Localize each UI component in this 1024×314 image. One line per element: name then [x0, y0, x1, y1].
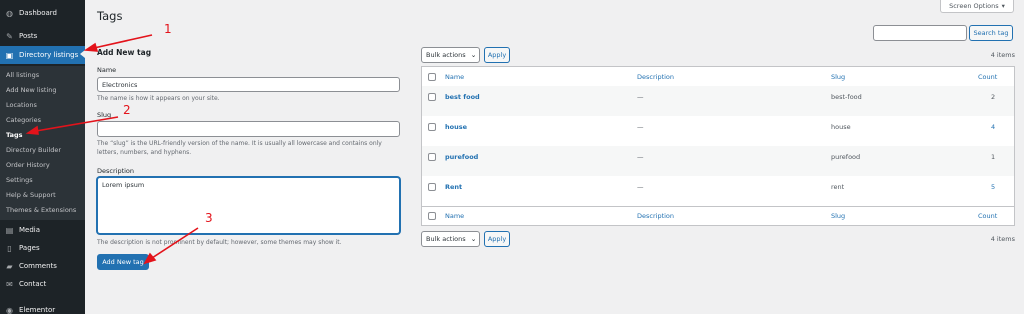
annotation-label-1: 1: [164, 22, 172, 36]
annotation-label-2: 2: [123, 103, 131, 117]
annotation-arrowhead-2: [25, 125, 39, 135]
annotation-label-3: 3: [205, 211, 213, 225]
annotation-arrow-1: [93, 34, 153, 49]
annotation-arrowhead-1: [83, 42, 99, 52]
annotation-arrow-2: [35, 116, 119, 132]
annotation-arrows: [25, 34, 199, 265]
annotation-arrowhead-3: [143, 252, 157, 265]
annotation-arrow-3: [151, 227, 199, 259]
